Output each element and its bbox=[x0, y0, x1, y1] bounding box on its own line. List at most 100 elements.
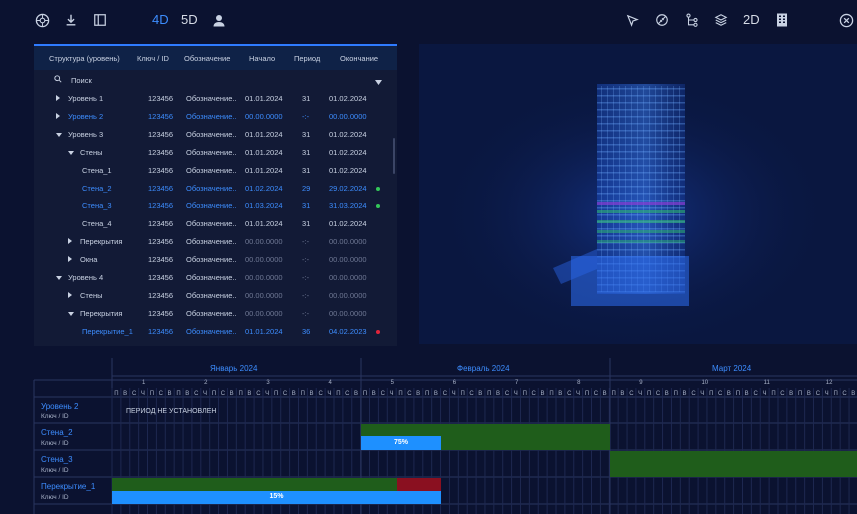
col-key[interactable]: Ключ / ID bbox=[137, 54, 169, 63]
period-not-set-label: ПЕРИОД НЕ УСТАНОВЛЕН bbox=[126, 408, 217, 415]
day-letter: П bbox=[523, 391, 527, 397]
col-structure[interactable]: Структура (уровень) bbox=[49, 54, 120, 63]
gantt-row-name[interactable]: Стена_3 bbox=[41, 455, 73, 464]
row-start: 01.02.2024 bbox=[245, 183, 283, 193]
row-designation: Обозначение.. bbox=[186, 273, 237, 282]
table-row[interactable]: Уровень 3 123456 Обозначение.. 01.01.2024 31… bbox=[34, 126, 397, 144]
table-row[interactable]: Уровень 1 123456 Обозначение.. 01.01.2024 31… bbox=[34, 90, 397, 108]
cursor-icon[interactable] bbox=[620, 8, 644, 32]
table-row[interactable]: Стена_2 123456 Обозначение.. 01.02.2024 29 29… bbox=[34, 180, 397, 198]
chevron-right-icon[interactable] bbox=[68, 238, 72, 245]
ruler-icon[interactable] bbox=[650, 8, 674, 32]
row-structure: Стена_4 bbox=[82, 219, 112, 229]
search-row[interactable]: Поиск bbox=[34, 72, 397, 90]
col-designation[interactable]: Обозначение bbox=[184, 54, 230, 63]
mode-2d-button[interactable]: 2D bbox=[743, 12, 760, 27]
table-row[interactable]: Уровень 4 123456 Обозначение.. 00.00.0000 -:… bbox=[34, 269, 397, 287]
row-start: 01.01.2024 bbox=[245, 147, 283, 157]
table-row[interactable]: Стена_4 123456 Обозначение.. 01.01.2024 31 01… bbox=[34, 215, 397, 233]
day-letter: П bbox=[461, 391, 465, 397]
chevron-right-icon[interactable] bbox=[68, 291, 72, 298]
row-structure: Стена_1 bbox=[82, 165, 112, 175]
day-letter: П bbox=[363, 391, 367, 397]
globe-icon[interactable] bbox=[30, 8, 54, 32]
chevron-down-icon[interactable] bbox=[56, 276, 62, 280]
row-start: 01.01.2024 bbox=[245, 326, 283, 336]
floor-slab bbox=[597, 235, 685, 237]
status-dot bbox=[376, 186, 380, 191]
table-row[interactable]: Перекрытие_1 123456 Обозначение.. 01.01.202… bbox=[34, 323, 397, 341]
week-number: 12 bbox=[825, 380, 833, 386]
row-key: 123456 bbox=[148, 129, 174, 139]
table-row[interactable]: Стены 123456 Обозначение.. 00.00.0000 -:- 00.… bbox=[34, 287, 397, 305]
gantt-chart: ПВСЧПСВПВСЧПСВПВСЧПСВПВСЧПСВПВСЧПСВПВСЧП… bbox=[0, 358, 857, 514]
floor-slab bbox=[597, 123, 685, 125]
floor-slab bbox=[597, 193, 685, 195]
day-letter: Ч bbox=[700, 391, 704, 397]
row-end: 00.00.0000 bbox=[329, 290, 367, 300]
table-row[interactable]: Перекрытия 123456 Обозначение.. 00.00.0000 -… bbox=[34, 233, 397, 251]
day-letter: П bbox=[549, 391, 553, 397]
task-bar-overdue[interactable] bbox=[397, 478, 441, 491]
gantt-row-name[interactable]: Уровень 2 bbox=[41, 402, 79, 411]
search-icon bbox=[54, 75, 62, 85]
gantt-row-name[interactable]: Перекрытие_1 bbox=[41, 482, 95, 491]
row-key: 123456 bbox=[148, 94, 174, 103]
search-input[interactable]: Поиск bbox=[71, 76, 92, 85]
day-letter: П bbox=[647, 391, 651, 397]
day-letter: С bbox=[594, 391, 599, 397]
chevron-right-icon[interactable] bbox=[68, 256, 72, 263]
row-start: 00.00.0000 bbox=[245, 273, 283, 282]
day-letter: В bbox=[620, 391, 624, 397]
mode-4d-button[interactable]: 4D bbox=[152, 12, 169, 27]
row-period: 36 bbox=[302, 326, 311, 336]
hierarchy-icon[interactable] bbox=[680, 8, 704, 32]
table-row[interactable]: Стена_1 123456 Обозначение.. 01.01.2024 31 01… bbox=[34, 162, 397, 180]
gantt-row-key: Ключ / ID bbox=[41, 494, 69, 501]
floor-slab bbox=[597, 144, 685, 146]
day-letter: В bbox=[310, 391, 314, 397]
building-icon[interactable] bbox=[770, 8, 794, 32]
day-letter: С bbox=[629, 391, 634, 397]
row-designation: Обозначение.. bbox=[186, 290, 237, 300]
panel-icon[interactable] bbox=[88, 8, 112, 32]
col-start[interactable]: Начало bbox=[249, 54, 275, 63]
day-letter: В bbox=[372, 391, 376, 397]
chevron-down-icon[interactable] bbox=[56, 132, 62, 137]
chevron-down-icon[interactable] bbox=[68, 150, 74, 155]
week-number: 1 bbox=[142, 380, 146, 386]
row-start: 01.01.2024 bbox=[245, 94, 283, 103]
layers-icon[interactable] bbox=[709, 8, 733, 32]
chevron-down-icon[interactable] bbox=[68, 311, 74, 316]
scrollbar[interactable] bbox=[393, 138, 395, 174]
chevron-right-icon[interactable] bbox=[56, 95, 60, 101]
close-icon[interactable] bbox=[834, 8, 857, 32]
table-row[interactable]: Стена_3 123456 Обозначение.. 01.03.2024 31 31… bbox=[34, 197, 397, 215]
table-row[interactable]: Стены 123456 Обозначение.. 01.01.2024 31 01.0… bbox=[34, 144, 397, 162]
gantt-row-name[interactable]: Стена_2 bbox=[41, 428, 73, 437]
chevron-right-icon[interactable] bbox=[56, 112, 60, 119]
row-designation: Обозначение.. bbox=[186, 147, 237, 157]
chevron-down-icon[interactable] bbox=[375, 78, 382, 87]
table-row[interactable]: Уровень 2 123456 Обозначение.. 00.00.0000 -:… bbox=[34, 108, 397, 126]
col-period[interactable]: Период bbox=[294, 54, 320, 63]
col-end[interactable]: Окончание bbox=[340, 54, 378, 63]
floor-slab bbox=[597, 200, 685, 202]
day-letter: В bbox=[665, 391, 669, 397]
floor-slab bbox=[597, 249, 685, 251]
row-structure: Перекрытия bbox=[80, 308, 123, 318]
row-end: 01.02.2024 bbox=[329, 165, 367, 175]
mode-5d-button[interactable]: 5D bbox=[181, 12, 198, 27]
download-icon[interactable] bbox=[59, 8, 83, 32]
week-number: 7 bbox=[514, 380, 519, 386]
task-bar-wall-3[interactable] bbox=[610, 451, 857, 477]
row-start: 01.01.2024 bbox=[245, 219, 283, 229]
day-letter: С bbox=[567, 391, 572, 397]
person-icon[interactable] bbox=[207, 8, 231, 32]
day-letter: В bbox=[496, 391, 500, 397]
row-structure: Уровень 3 bbox=[68, 129, 104, 139]
table-row[interactable]: Перекрытия 123456 Обозначение.. 00.00.0000 -… bbox=[34, 305, 397, 323]
model-viewer[interactable] bbox=[419, 44, 857, 344]
table-row[interactable]: Окна 123456 Обозначение.. 00.00.0000 -:- 00.0… bbox=[34, 251, 397, 269]
task-bar-slab-1[interactable] bbox=[112, 478, 397, 491]
